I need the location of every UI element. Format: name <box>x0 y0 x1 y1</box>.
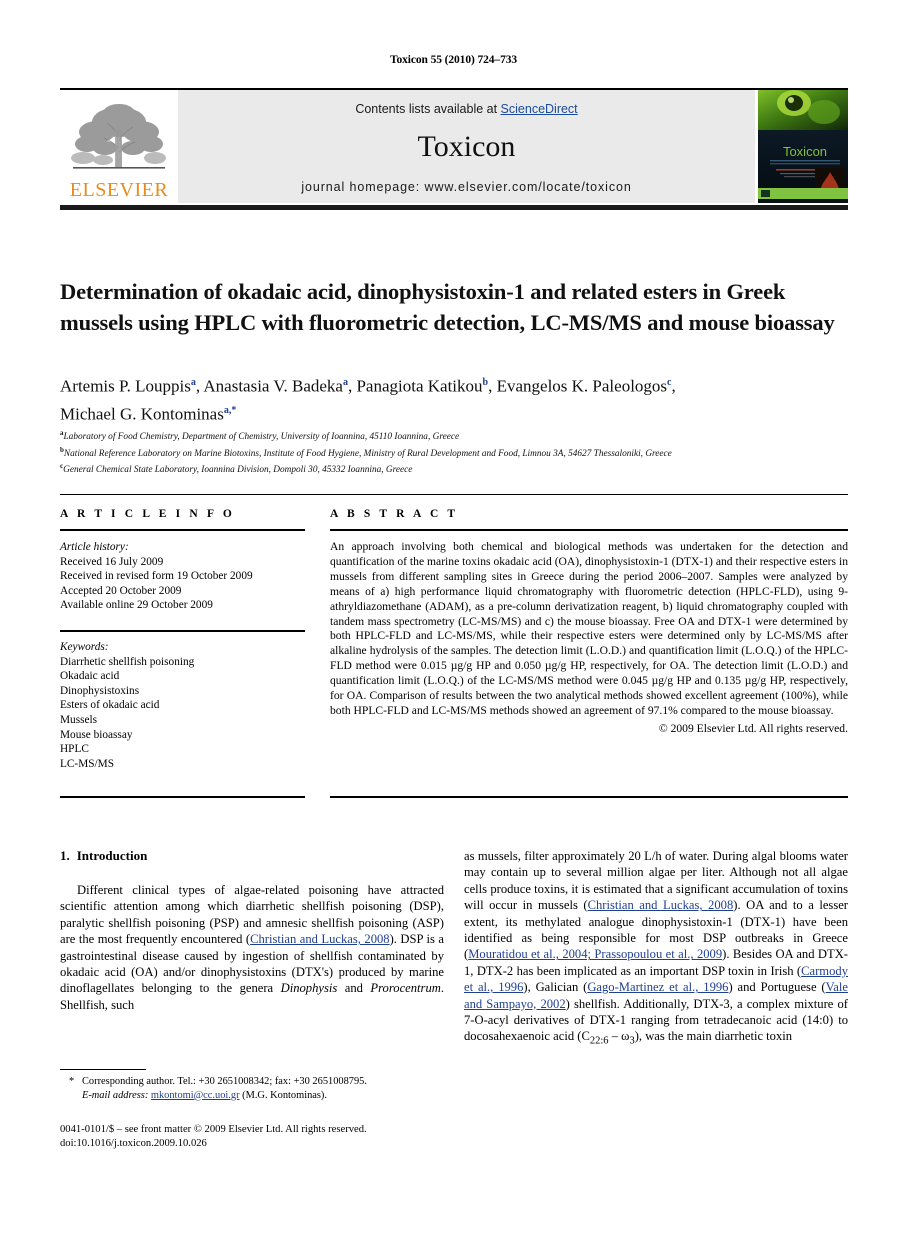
elsevier-wordmark: ELSEVIER <box>69 179 169 201</box>
author-list: Artemis P. Louppisa, Anastasia V. Badeka… <box>60 371 850 426</box>
svg-text:Toxicon: Toxicon <box>783 144 827 159</box>
intro-r-text-4: ), Galician ( <box>523 980 588 995</box>
author-separator: , <box>671 376 676 396</box>
keyword-item: Dinophysistoxins <box>60 684 140 697</box>
imprint-block: 0041-0101/$ – see front matter © 2009 El… <box>60 1123 460 1151</box>
section-heading-introduction: 1. Introduction <box>60 848 444 864</box>
sciencedirect-link[interactable]: ScienceDirect <box>501 102 578 116</box>
article-history-accepted: Accepted 20 October 2009 <box>60 584 182 597</box>
article-history-received: Received 16 July 2009 <box>60 555 164 568</box>
keyword-item: Mouse bioassay <box>60 728 133 741</box>
running-head: Toxicon 55 (2010) 724–733 <box>389 54 518 66</box>
citation-christian-luckas-2008[interactable]: Christian and Luckas, 2008 <box>250 932 389 946</box>
article-info-heading: A R T I C L E I N F O <box>60 508 235 520</box>
author-3: , Panagiota Katikou <box>347 376 483 396</box>
keyword-item: Diarrhetic shellfish poisoning <box>60 655 195 668</box>
affiliation-c-text: General Chemical State Laboratory, Ioann… <box>63 465 413 476</box>
author-1: Artemis P. Louppis <box>60 376 191 396</box>
footnote-email-owner: (M.G. Kontominas). <box>242 1089 327 1101</box>
keyword-item: Mussels <box>60 713 98 726</box>
keyword-item: HPLC <box>60 743 89 756</box>
intro-paragraph-right: as mussels, filter approximately 20 L/h … <box>464 848 848 1050</box>
imprint-issn-line: 0041-0101/$ – see front matter © 2009 El… <box>60 1124 367 1135</box>
keyword-item: Okadaic acid <box>60 670 120 683</box>
citation-gago-martinez-1996[interactable]: Gago-Martinez et al., 1996 <box>587 980 728 994</box>
article-history-label: Article history: <box>60 541 129 553</box>
author-5-affiliation-marker: a,* <box>223 404 237 416</box>
contents-prefix-text: Contents lists available at <box>355 102 501 116</box>
article-info-panel: A R T I C L E I N F O Article history: R… <box>60 508 305 771</box>
masthead-bottom-rule <box>60 205 848 210</box>
intro-r-text-7: – ω <box>608 1029 630 1044</box>
abstract-text: An approach involving both chemical and … <box>330 540 848 717</box>
section-number: 1. <box>60 848 70 863</box>
affiliation-list: aLaboratory of Food Chemistry, Departmen… <box>60 427 855 477</box>
section-title: Introduction <box>76 848 148 863</box>
citation-mouratidou-prassopoulou[interactable]: Mouratidou et al., 2004; Prassopoulou et… <box>468 947 722 961</box>
journal-cover-thumbnail: Toxicon <box>758 90 848 203</box>
keywords-label: Keywords: <box>60 640 109 653</box>
footnote-contact-line: Corresponding author. Tel.: +30 26510083… <box>82 1076 367 1087</box>
journal-title: Toxicon <box>417 130 516 163</box>
corresponding-author-footnote: * Corresponding author. Tel.: +30 265100… <box>60 1075 450 1102</box>
info-panel-top-rule <box>60 494 848 495</box>
affiliation-a: aLaboratory of Food Chemistry, Departmen… <box>60 427 855 444</box>
genus-dinophysis: Dinophysis <box>280 981 338 996</box>
page-title: Determination of okadaic acid, dinophysi… <box>60 279 835 336</box>
citation-christian-luckas-2008-b[interactable]: Christian and Luckas, 2008 <box>588 898 734 912</box>
author-2: , Anastasia V. Badeka <box>195 376 343 396</box>
intro-paragraph-left: Different clinical types of algae-relate… <box>60 882 444 1013</box>
footnote-email-link[interactable]: mkontomi@cc.uoi.gr <box>151 1090 240 1101</box>
article-history-online: Available online 29 October 2009 <box>60 599 213 612</box>
author-5: Michael G. Kontominas <box>60 404 224 424</box>
footnote-email-line: E-mail address: mkontomi@cc.uoi.gr (M.G.… <box>60 1089 450 1103</box>
journal-homepage-line[interactable]: journal homepage: www.elsevier.com/locat… <box>178 180 755 194</box>
elsevier-tree-icon <box>71 104 166 169</box>
abstract-heading-rule <box>330 529 848 531</box>
body-column-right: as mussels, filter approximately 20 L/h … <box>464 848 848 1050</box>
article-history-block: Article history: Received 16 July 2009 R… <box>60 540 305 613</box>
abstract-copyright: © 2009 Elsevier Ltd. All rights reserved… <box>658 721 848 735</box>
genus-prorocentrum: Prorocentrum <box>370 981 441 996</box>
journal-masthead: ELSEVIER Contents lists available at Sci… <box>60 88 848 210</box>
affiliation-b-text: National Reference Laboratory on Marine … <box>63 448 672 459</box>
abstract-heading: A B S T R A C T <box>330 508 459 520</box>
paper-page: Toxicon 55 (2010) 724–733 ELSEVIER Conte… <box>0 0 907 1238</box>
affiliation-a-text: Laboratory of Food Chemistry, Department… <box>63 432 460 443</box>
keywords-block: Keywords: Diarrhetic shellfish poisoning… <box>60 640 305 771</box>
keywords-rule <box>60 629 305 632</box>
article-info-heading-rule <box>60 529 305 531</box>
intro-r-text-5: ) and Portuguese ( <box>728 980 826 995</box>
elsevier-logo: ELSEVIER <box>60 90 178 203</box>
footnote-email-label: E-mail address: <box>82 1089 149 1101</box>
footnote-marker: * <box>69 1076 75 1087</box>
info-panel-bottom-rule-left <box>60 796 305 798</box>
intro-r-text-8: ), was the main diarrhetic toxin <box>634 1029 793 1044</box>
abstract-panel: A B S T R A C T An approach involving bo… <box>330 508 848 735</box>
intro-text-3: and <box>337 981 371 996</box>
imprint-doi-line: doi:10.1016/j.toxicon.2009.10.026 <box>60 1138 207 1149</box>
author-4: , Evangelos K. Paleologos <box>488 376 668 396</box>
masthead-center-panel: Contents lists available at ScienceDirec… <box>178 90 755 203</box>
body-column-left: 1. Introduction Different clinical types … <box>60 848 444 1013</box>
formula-subscript-1: 22:6 <box>589 1035 609 1047</box>
contents-available-line: Contents lists available at ScienceDirec… <box>178 102 755 116</box>
affiliation-b: bNational Reference Laboratory on Marine… <box>60 444 855 461</box>
info-panel-bottom-rule-right <box>330 796 848 798</box>
footnote-separator-rule <box>60 1069 146 1070</box>
affiliation-c: cGeneral Chemical State Laboratory, Ioan… <box>60 460 855 477</box>
article-history-revised: Received in revised form 19 October 2009 <box>60 570 253 583</box>
cover-art-icon: Toxicon <box>758 90 848 203</box>
keyword-item: Esters of okadaic acid <box>60 699 160 712</box>
keyword-item: LC-MS/MS <box>60 757 114 770</box>
